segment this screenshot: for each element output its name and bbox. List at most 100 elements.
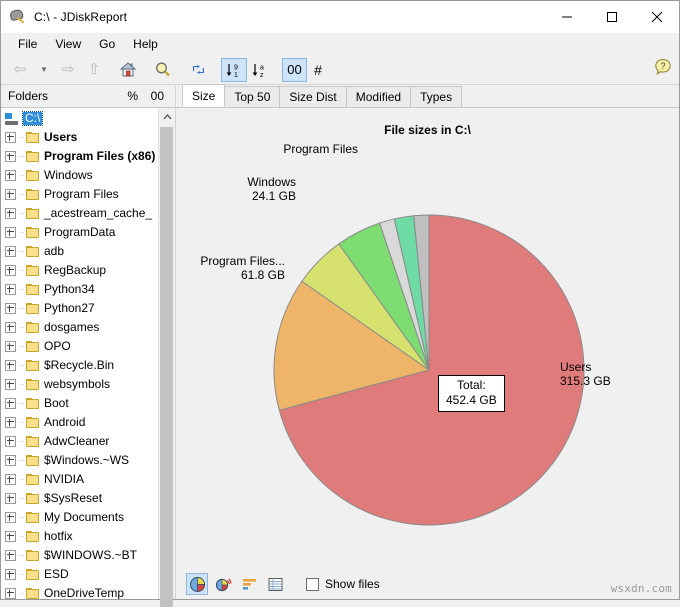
tree-item[interactable]: ·· _acestream_cache_ (1, 204, 158, 223)
table-view-button[interactable] (264, 573, 286, 595)
tree-item[interactable]: ·· dosgames (1, 318, 158, 337)
expand-icon[interactable] (5, 588, 16, 599)
scroll-up-button[interactable] (159, 108, 175, 125)
tree-item[interactable]: ·· $WINDOWS.~BT (1, 546, 158, 565)
expand-icon[interactable] (5, 436, 16, 447)
tab-top-50[interactable]: Top 50 (224, 86, 281, 107)
slice-label-users-name: Users (560, 360, 592, 374)
expand-icon[interactable] (5, 493, 16, 504)
scrollbar-thumb[interactable] (160, 127, 173, 607)
menu-view[interactable]: View (46, 34, 90, 54)
tree-item[interactable]: ·· Boot (1, 394, 158, 413)
expand-icon[interactable] (5, 417, 16, 428)
tree-item[interactable]: ·· Python34 (1, 280, 158, 299)
refresh-button[interactable] (186, 58, 212, 82)
pie-chart-view-button[interactable] (186, 573, 208, 595)
show-count-button[interactable]: # (307, 58, 329, 82)
expand-icon[interactable] (5, 227, 16, 238)
tab-modified[interactable]: Modified (345, 86, 412, 107)
tree-connector: ·· (18, 151, 25, 161)
maximize-button[interactable] (589, 1, 634, 33)
help-button[interactable]: ? (654, 58, 672, 76)
folder-icon (26, 398, 39, 409)
tree-item[interactable]: ·· RegBackup (1, 261, 158, 280)
minimize-button[interactable] (544, 1, 589, 33)
scrollbar-track[interactable] (159, 125, 175, 607)
tree-item[interactable]: ·· OPO (1, 337, 158, 356)
expand-icon[interactable] (5, 550, 16, 561)
tab-size-dist[interactable]: Size Dist (279, 86, 347, 107)
svg-text:1: 1 (234, 72, 238, 79)
tree-item[interactable]: ·· ESD (1, 565, 158, 584)
expand-icon[interactable] (5, 208, 16, 219)
expand-icon[interactable] (5, 512, 16, 523)
expand-icon[interactable] (5, 265, 16, 276)
expand-icon[interactable] (5, 246, 16, 257)
tree-item[interactable]: ·· $Recycle.Bin (1, 356, 158, 375)
expand-icon[interactable] (5, 398, 16, 409)
tree-item-label: $Windows.~WS (44, 453, 130, 467)
show-files-checkbox-wrap[interactable]: Show files (306, 577, 380, 591)
sort-by-name-button[interactable]: a z (247, 58, 273, 82)
expand-icon[interactable] (5, 455, 16, 466)
tree-item[interactable]: ·· $Windows.~WS (1, 451, 158, 470)
expand-icon[interactable] (5, 322, 16, 333)
expand-icon[interactable] (5, 303, 16, 314)
tree-item[interactable]: ·· NVIDIA (1, 470, 158, 489)
tree-connector: ·· (18, 189, 25, 199)
tree-item[interactable]: ·· ProgramData (1, 223, 158, 242)
folders-scrollbar[interactable] (158, 108, 175, 607)
tree-item[interactable]: ·· $SysReset (1, 489, 158, 508)
tree-item[interactable]: ·· Android (1, 413, 158, 432)
expand-icon[interactable] (5, 132, 16, 143)
tree-item[interactable]: ·· OneDriveTemp (1, 584, 158, 599)
expand-icon[interactable] (5, 360, 16, 371)
expand-icon[interactable] (5, 379, 16, 390)
tree-item[interactable]: ·· websymbols (1, 375, 158, 394)
menu-file[interactable]: File (9, 34, 46, 54)
up-button[interactable]: ⇧ (81, 58, 107, 82)
folders-header: Folders % 00 (1, 85, 175, 108)
tree-item[interactable]: ·· Python27 (1, 299, 158, 318)
tab-size[interactable]: Size (182, 84, 226, 107)
sort-by-size-button[interactable]: 9 1 (221, 57, 247, 82)
app-icon (9, 8, 26, 25)
hash-icon: # (314, 61, 322, 78)
forward-button[interactable]: ⇨ (55, 58, 81, 82)
history-dropdown-button[interactable]: ▼ (33, 58, 55, 82)
tree-item[interactable]: ·· Users (1, 128, 158, 147)
folder-icon (26, 360, 39, 371)
show-size-button[interactable]: 00 (282, 57, 307, 82)
expand-icon[interactable] (5, 341, 16, 352)
tree-connector: ·· (18, 341, 25, 351)
close-button[interactable] (634, 1, 679, 33)
expand-icon[interactable] (5, 531, 16, 542)
tree-item[interactable]: ·· Program Files (x86) (1, 147, 158, 166)
menu-help[interactable]: Help (124, 34, 167, 54)
expand-icon[interactable] (5, 151, 16, 162)
tree-item[interactable]: ·· Program Files (1, 185, 158, 204)
expand-icon[interactable] (5, 474, 16, 485)
tree-item[interactable]: ·· AdwCleaner (1, 432, 158, 451)
tree-item-root[interactable]: C:\ (1, 109, 158, 128)
tree-item[interactable]: ·· My Documents (1, 508, 158, 527)
home-button[interactable] (115, 58, 141, 82)
tree-item[interactable]: ·· adb (1, 242, 158, 261)
arrow-right-icon: ⇨ (61, 61, 75, 78)
folders-tree[interactable]: C:\ ·· Users ·· Program Files (x86) ·· Windows… (1, 108, 158, 599)
tree-item[interactable]: ·· hotfix (1, 527, 158, 546)
expand-icon[interactable] (5, 284, 16, 295)
menu-go[interactable]: Go (90, 34, 124, 54)
tree-item[interactable]: ·· Windows (1, 166, 158, 185)
tab-types[interactable]: Types (410, 86, 463, 107)
folder-icon (26, 512, 39, 523)
back-button[interactable]: ⇦ (7, 58, 33, 82)
scan-button[interactable] (150, 58, 176, 82)
expand-icon[interactable] (5, 170, 16, 181)
expand-icon[interactable] (5, 189, 16, 200)
folder-icon (26, 493, 39, 504)
show-files-checkbox[interactable] (306, 577, 319, 591)
expand-icon[interactable] (5, 569, 16, 580)
ring-chart-view-button[interactable] (212, 573, 234, 595)
bar-chart-view-button[interactable] (238, 573, 260, 595)
